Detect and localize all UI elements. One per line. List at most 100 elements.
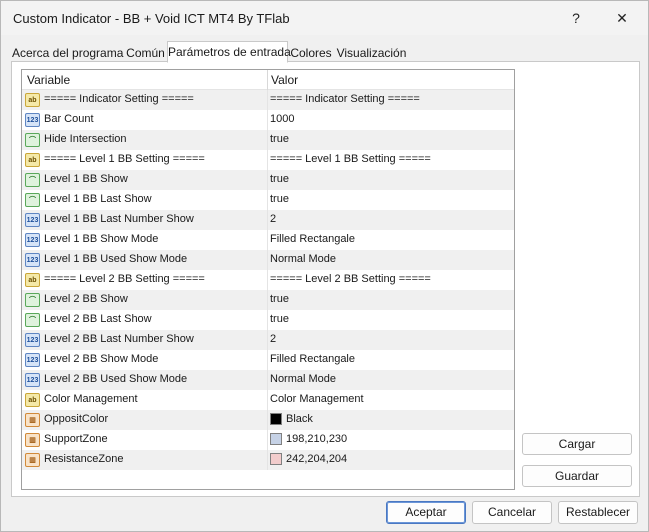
column-divider xyxy=(267,370,268,390)
variable-value[interactable]: 198,210,230 xyxy=(286,433,347,445)
table-row[interactable]: 123 Level 1 BB Last Number Show 2 xyxy=(22,210,514,230)
reset-button[interactable]: Restablecer xyxy=(558,501,638,524)
boolean-type-icon: ⌒ xyxy=(25,313,40,327)
table-row[interactable]: 123 Level 2 BB Last Number Show 2 xyxy=(22,330,514,350)
table-row[interactable]: ▥ SupportZone 198,210,230 xyxy=(22,430,514,450)
variable-name: Level 2 BB Used Show Mode xyxy=(44,373,188,385)
table-row[interactable]: ⌒ Level 2 BB Last Show true xyxy=(22,310,514,330)
table-row[interactable]: ab Color Management Color Management xyxy=(22,390,514,410)
column-divider xyxy=(267,90,268,110)
variable-value[interactable]: true xyxy=(270,313,289,325)
column-divider xyxy=(267,450,268,470)
column-divider xyxy=(267,330,268,350)
variable-value[interactable]: Normal Mode xyxy=(270,373,336,385)
table-row[interactable]: ▥ OppositColor Black xyxy=(22,410,514,430)
table-row[interactable]: ⌒ Hide Intersection true xyxy=(22,130,514,150)
color-type-icon: ▥ xyxy=(25,413,40,427)
column-divider xyxy=(267,210,268,230)
tab-visualization[interactable]: Visualización xyxy=(334,43,409,62)
table-row[interactable]: ⌒ Level 1 BB Last Show true xyxy=(22,190,514,210)
variable-value[interactable]: Color Management xyxy=(270,393,364,405)
header-variable[interactable]: Variable xyxy=(27,73,70,87)
header-divider[interactable] xyxy=(267,70,268,90)
variable-value[interactable]: Black xyxy=(286,413,313,425)
help-button[interactable]: ? xyxy=(561,5,591,31)
variable-name: Level 2 BB Last Show xyxy=(44,313,152,325)
table-row[interactable]: ⌒ Level 1 BB Show true xyxy=(22,170,514,190)
column-divider xyxy=(267,430,268,450)
grid-header: Variable Valor xyxy=(22,70,514,90)
window-title: Custom Indicator - BB + Void ICT MT4 By … xyxy=(13,11,290,26)
table-row[interactable]: 123 Level 2 BB Used Show Mode Normal Mode xyxy=(22,370,514,390)
table-row[interactable]: ▥ ResistanceZone 242,204,204 xyxy=(22,450,514,470)
table-row[interactable]: ab ===== Indicator Setting ===== ===== Ind… xyxy=(22,90,514,110)
variable-name: ===== Level 1 BB Setting ===== xyxy=(44,153,205,165)
number-type-icon: 123 xyxy=(25,253,40,267)
variable-value[interactable]: 242,204,204 xyxy=(286,453,347,465)
save-button[interactable]: Guardar xyxy=(522,465,632,487)
variable-value[interactable]: Filled Rectangale xyxy=(270,353,355,365)
color-type-icon: ▥ xyxy=(25,453,40,467)
variable-value[interactable]: Filled Rectangale xyxy=(270,233,355,245)
load-button[interactable]: Cargar xyxy=(522,433,632,455)
variable-name: ResistanceZone xyxy=(44,453,124,465)
variable-value[interactable]: ===== Level 1 BB Setting ===== xyxy=(270,153,431,165)
table-row[interactable]: ab ===== Level 1 BB Setting ===== ===== Le… xyxy=(22,150,514,170)
color-swatch[interactable] xyxy=(270,453,282,465)
variable-name: Level 1 BB Used Show Mode xyxy=(44,253,188,265)
column-divider xyxy=(267,110,268,130)
table-row[interactable]: ⌒ Level 2 BB Show true xyxy=(22,290,514,310)
number-type-icon: 123 xyxy=(25,113,40,127)
tab-input-parameters[interactable]: Parámetros de entrada xyxy=(167,41,291,63)
color-swatch[interactable] xyxy=(270,433,282,445)
variable-name: Level 1 BB Show Mode xyxy=(44,233,159,245)
boolean-type-icon: ⌒ xyxy=(25,293,40,307)
variable-value[interactable]: true xyxy=(270,193,289,205)
text-type-icon: ab xyxy=(25,273,40,287)
tab-colors[interactable]: Colores xyxy=(288,43,334,62)
variable-value[interactable]: 2 xyxy=(270,213,276,225)
column-divider xyxy=(267,150,268,170)
ok-button[interactable]: Aceptar xyxy=(386,501,466,524)
variable-name: OppositColor xyxy=(44,413,109,425)
variable-value[interactable]: true xyxy=(270,293,289,305)
boolean-type-icon: ⌒ xyxy=(25,133,40,147)
color-swatch[interactable] xyxy=(270,413,282,425)
variable-name: Bar Count xyxy=(44,113,94,125)
variable-name: ===== Indicator Setting ===== xyxy=(44,93,194,105)
close-button[interactable]: ✕ xyxy=(606,5,638,31)
column-divider xyxy=(267,350,268,370)
text-type-icon: ab xyxy=(25,393,40,407)
variable-value[interactable]: true xyxy=(270,133,289,145)
tab-about[interactable]: Acerca del programa xyxy=(11,43,124,62)
boolean-type-icon: ⌒ xyxy=(25,173,40,187)
tab-panel: Variable Valor ab ===== Indicator Setting… xyxy=(11,61,640,497)
variable-value[interactable]: 1000 xyxy=(270,113,294,125)
column-divider xyxy=(267,290,268,310)
table-row[interactable]: 123 Level 2 BB Show Mode Filled Rectangale xyxy=(22,350,514,370)
variable-value[interactable]: ===== Level 2 BB Setting ===== xyxy=(270,273,431,285)
column-divider xyxy=(267,170,268,190)
header-value[interactable]: Valor xyxy=(271,73,298,87)
column-divider xyxy=(267,310,268,330)
variable-name: Color Management xyxy=(44,393,138,405)
variable-name: ===== Level 2 BB Setting ===== xyxy=(44,273,205,285)
text-type-icon: ab xyxy=(25,153,40,167)
column-divider xyxy=(267,130,268,150)
table-row[interactable]: 123 Level 1 BB Show Mode Filled Rectangale xyxy=(22,230,514,250)
variable-value[interactable]: ===== Indicator Setting ===== xyxy=(270,93,420,105)
variable-name: Level 2 BB Last Number Show xyxy=(44,333,194,345)
table-row[interactable]: 123 Level 1 BB Used Show Mode Normal Mode xyxy=(22,250,514,270)
variable-name: Level 2 BB Show xyxy=(44,293,128,305)
variable-value[interactable]: Normal Mode xyxy=(270,253,336,265)
cancel-button[interactable]: Cancelar xyxy=(472,501,552,524)
number-type-icon: 123 xyxy=(25,333,40,347)
table-row[interactable]: 123 Bar Count 1000 xyxy=(22,110,514,130)
dialog-window: Custom Indicator - BB + Void ICT MT4 By … xyxy=(0,0,649,532)
title-bar: Custom Indicator - BB + Void ICT MT4 By … xyxy=(1,1,648,35)
variable-value[interactable]: 2 xyxy=(270,333,276,345)
parameters-grid: Variable Valor ab ===== Indicator Setting… xyxy=(21,69,515,490)
table-row[interactable]: ab ===== Level 2 BB Setting ===== ===== Le… xyxy=(22,270,514,290)
tab-common[interactable]: Común xyxy=(124,43,167,62)
variable-value[interactable]: true xyxy=(270,173,289,185)
